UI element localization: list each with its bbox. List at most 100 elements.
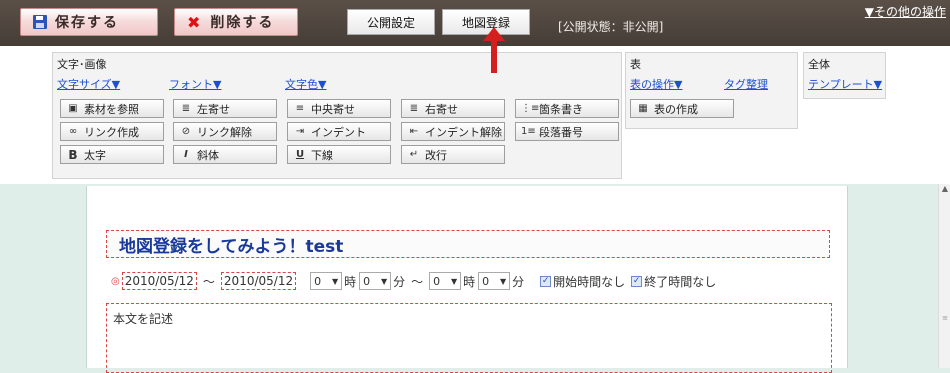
outdent-icon: ⇤: [409, 126, 419, 137]
chevron-down-icon: ▼: [450, 276, 458, 286]
scroll-grip-icon[interactable]: ≡: [941, 314, 949, 326]
font-size-dropdown[interactable]: 文字サイズ▼: [57, 76, 120, 92]
red-arrow-annotation: [483, 27, 505, 73]
panel-title-global: 全体: [808, 58, 830, 71]
panel-title-table: 表: [630, 58, 641, 71]
no-start-time-checkbox[interactable]: ✓: [540, 275, 552, 287]
no-end-time-checkbox[interactable]: ✓: [631, 275, 643, 287]
end-minute-select[interactable]: 0 ▼: [478, 272, 511, 290]
numbered-list-icon: 1≡: [521, 126, 536, 137]
chevron-down-icon: ▼: [331, 276, 339, 286]
post-title-field[interactable]: 地図登録をしてみよう！test: [106, 230, 830, 258]
template-dropdown[interactable]: テンプレート▼: [808, 76, 882, 92]
end-hour-select[interactable]: 0 ▼: [429, 272, 462, 290]
toolbar-button-label: 中央寄せ: [311, 102, 355, 116]
other-operations-link[interactable]: ▼その他の操作: [865, 3, 946, 20]
toolbar-button-outdent[interactable]: ⇤ インデント解除: [401, 122, 505, 141]
toolbar-button-italic[interactable]: I 斜体: [173, 145, 277, 164]
panel-title-text-image: 文字･画像: [57, 58, 107, 71]
text-color-dropdown[interactable]: 文字色▼: [285, 76, 326, 92]
delete-button[interactable]: ✖ 削除する: [174, 8, 298, 36]
line-break-icon: ↵: [409, 149, 419, 160]
delete-button-label: 削除する: [210, 15, 275, 31]
create-table-label: 表の作成: [654, 102, 698, 116]
bold-icon: B: [68, 147, 78, 162]
toolbar-button-bullet-list[interactable]: ⋮≡ 箇条書き: [515, 99, 619, 118]
calendar-icon[interactable]: ◎: [111, 276, 120, 287]
underline-icon: U: [295, 149, 305, 160]
toolbar-button-bold[interactable]: B 太字: [60, 145, 164, 164]
table-panel: 表 表の操作▼ タグ整理 ▦ 表の作成: [625, 52, 798, 129]
date-range-separator: ～: [202, 274, 215, 289]
toolbar-button-label: 左寄せ: [197, 102, 230, 116]
create-table-button[interactable]: ▦ 表の作成: [630, 99, 734, 118]
tag-cleanup-link[interactable]: タグ整理: [724, 76, 768, 92]
link-icon: ∞: [68, 126, 78, 137]
toolbar-button-unlink[interactable]: ⊘ リンク解除: [173, 122, 277, 141]
toolbar-button-label: 右寄せ: [425, 102, 458, 116]
toolbar-button-indent[interactable]: ⇥ インデント: [287, 122, 391, 141]
chevron-down-icon: ▼: [500, 276, 507, 286]
body-text-area[interactable]: 本文を記述: [106, 303, 832, 373]
body-placeholder: 本文を記述: [113, 312, 174, 326]
toolbar-button-label: 下線: [311, 148, 333, 162]
toolbar-button-label: インデント解除: [425, 125, 502, 139]
toolbar-button-align-center[interactable]: ≡ 中央寄せ: [287, 99, 391, 118]
indent-icon: ⇥: [295, 126, 305, 137]
publish-status: [公開状態：非公開]: [558, 20, 664, 34]
save-button[interactable]: 保存する: [20, 8, 158, 36]
start-minute-select[interactable]: 0 ▼: [359, 272, 392, 290]
editor-toolbar: 文字･画像 文字サイズ▼ フォント▼ 文字色▼ ▣ 素材を参照 ≣ 左寄せ ≡ 中央寄せ ≣…: [0, 46, 950, 184]
bullet-list-icon: ⋮≡: [521, 103, 540, 114]
minute-unit-label: 分: [512, 274, 525, 289]
hour-unit-label: 時: [344, 274, 357, 289]
table-ops-dropdown[interactable]: 表の操作▼: [630, 76, 682, 92]
start-date-field[interactable]: 2010/05/12: [121, 272, 197, 290]
hour-unit-label: 時: [463, 274, 476, 289]
toolbar-button-label: 段落番号: [539, 125, 583, 139]
toolbar-button-underline[interactable]: U 下線: [287, 145, 391, 164]
no-start-time-label: 開始時間なし: [553, 274, 626, 289]
no-end-time-label: 終了時間なし: [644, 274, 717, 289]
toolbar-button-image[interactable]: ▣ 素材を参照: [60, 99, 164, 118]
end-minute-value: 0: [482, 274, 490, 288]
tab-public-settings[interactable]: 公開設定: [347, 9, 435, 35]
font-family-dropdown[interactable]: フォント▼: [169, 76, 221, 92]
top-bar: 保存する ✖ 削除する 公開設定 地図登録 [公開状態：非公開] ▼その他の操作: [0, 0, 950, 46]
toolbar-button-label: リンク作成: [84, 125, 139, 139]
toolbar-button-label: リンク解除: [197, 125, 252, 139]
text-image-panel: 文字･画像 文字サイズ▼ フォント▼ 文字色▼ ▣ 素材を参照 ≣ 左寄せ ≡ 中央寄せ ≣…: [52, 52, 622, 179]
start-minute-value: 0: [363, 274, 371, 288]
align-center-icon: ≡: [295, 103, 305, 114]
close-icon: ✖: [187, 12, 203, 32]
chevron-down-icon: ▼: [380, 276, 388, 286]
align-right-icon: ≣: [409, 103, 419, 114]
end-hour-value: 0: [433, 274, 441, 288]
image-icon: ▣: [68, 103, 78, 114]
date-time-row: ◎ 2010/05/12 ～ 2010/05/12 0 ▼ 時 0 ▼ 分 ～ 0 ▼…: [111, 271, 716, 291]
global-panel: 全体 テンプレート▼: [803, 52, 886, 99]
start-hour-select[interactable]: 0 ▼: [310, 272, 343, 290]
toolbar-button-line-break[interactable]: ↵ 改行: [401, 145, 505, 164]
end-date-field[interactable]: 2010/05/12: [220, 272, 297, 290]
toolbar-button-link[interactable]: ∞ リンク作成: [60, 122, 164, 141]
toolbar-button-label: 太字: [84, 148, 106, 162]
table-grid-icon: ▦: [638, 103, 648, 114]
time-range-separator: ～: [411, 274, 424, 289]
toolbar-button-numbered-list[interactable]: 1≡ 段落番号: [515, 122, 619, 141]
save-button-label: 保存する: [55, 15, 119, 31]
toolbar-button-label: 斜体: [197, 148, 219, 162]
floppy-disk-icon: [33, 15, 47, 29]
toolbar-button-label: インデント: [311, 125, 366, 139]
scroll-up-arrow-icon[interactable]: ▲: [939, 184, 950, 196]
toolbar-button-label: 箇条書き: [539, 102, 583, 116]
toolbar-button-label: 改行: [425, 148, 447, 162]
toolbar-button-align-right[interactable]: ≣ 右寄せ: [401, 99, 505, 118]
italic-icon: I: [184, 149, 188, 160]
minute-unit-label: 分: [393, 274, 406, 289]
unlink-icon: ⊘: [181, 126, 191, 137]
toolbar-button-align-left[interactable]: ≣ 左寄せ: [173, 99, 277, 118]
toolbar-button-label: 素材を参照: [84, 102, 139, 116]
start-hour-value: 0: [314, 274, 322, 288]
vertical-scrollbar[interactable]: ▲ ≡: [938, 184, 950, 368]
